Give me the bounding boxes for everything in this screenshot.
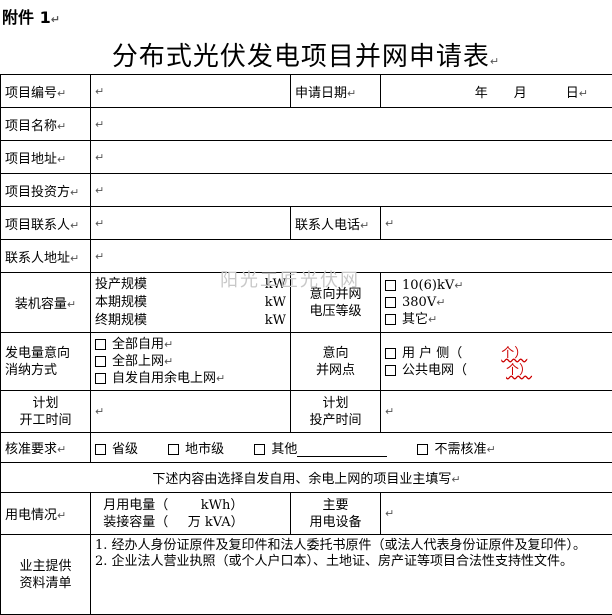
approval-option-city[interactable]: 地市级 [168,442,224,457]
approval-option-other[interactable]: 其他 [254,442,387,457]
capacity-unit: kW [262,294,286,311]
capacity-unit: kW [262,276,286,293]
row-consume: 发电量意向消纳方式 全部自用↵ 全部上网↵ 自发自用余电上网↵ 意向并网点 用 … [1,333,612,391]
apply-date-field[interactable]: 年 月 日↵ [381,75,612,108]
approval-option-none[interactable]: 不需核准↵ [417,442,495,457]
point-option-user[interactable]: 用 户 侧（ 个） [385,345,608,362]
voltage-option-other[interactable]: 其它↵ [385,311,608,328]
consume-options: 全部自用↵ 全部上网↵ 自发自用余电上网↵ [91,333,291,391]
approval-option-province[interactable]: 省级 [95,442,138,457]
equipment-label: 主要用电设备 [291,493,381,535]
row-project-no: 项目编号↵ ↵ 申请日期↵ 年 月 日↵ [1,75,612,108]
self-use-note: 下述内容由选择自发自用、余电上网的项目业主填写↵ [1,463,612,493]
checkbox-icon[interactable] [95,356,106,367]
voltage-option-380v[interactable]: 380V↵ [385,294,608,311]
contact-label: 项目联系人↵ [1,207,91,240]
row-approval: 核准要求↵ 省级 地市级 其他 不需核准↵ [1,433,612,463]
contact-addr-label: 联系人地址↵ [1,240,91,273]
consume-option-surplus[interactable]: 自发自用余电上网↵ [95,370,286,387]
capacity-item-label: 投产规模 [95,276,262,293]
project-addr-label: 项目地址↵ [1,141,91,174]
contact-field[interactable]: ↵ [91,207,291,240]
investor-label: 项目投资方↵ [1,174,91,207]
op-time-field[interactable]: ↵ [381,391,612,433]
checkbox-icon[interactable] [385,365,396,376]
project-addr-field[interactable]: ↵ [91,141,612,174]
voltage-options: 10(6)kV↵ 380V↵ 其它↵ [381,273,612,333]
other-blank[interactable] [297,444,387,457]
capacity-field[interactable]: 投产规模 kW 本期规模 kW 终期规模 kW [91,273,291,333]
checkbox-icon[interactable] [385,314,396,325]
capacity-item-label: 本期规模 [95,294,262,311]
usage-label: 用电情况↵ [1,493,91,535]
start-time-label: 计划开工时间 [1,391,91,433]
contact-phone-field[interactable]: ↵ [381,207,612,240]
usage-field[interactable]: 月用电量（ kWh） 装接容量（ 万 kVA） [91,493,291,535]
project-name-label: 项目名称↵ [1,108,91,141]
checkbox-icon[interactable] [95,444,106,455]
consume-option-grid[interactable]: 全部上网↵ [95,353,286,370]
grid-point-label: 意向并网点 [291,333,381,391]
investor-field[interactable]: ↵ [91,174,612,207]
voltage-option-10kv[interactable]: 10(6)kV↵ [385,277,608,294]
row-docs: 业主提供资料清单 1. 经办人身份证原件及复印件和法人委托书原件（或法人代表身份… [1,535,612,615]
row-investor: 项目投资方↵ ↵ [1,174,612,207]
checkbox-icon[interactable] [385,280,396,291]
docs-label: 业主提供资料清单 [1,535,91,615]
row-project-addr: 项目地址↵ ↵ [1,141,612,174]
checkbox-icon[interactable] [417,444,428,455]
point-option-public[interactable]: 公共电网（ 个） [385,362,608,379]
checkbox-icon[interactable] [168,444,179,455]
docs-item: 2. 企业法人营业执照（或个人户口本）、土地证、房产证等项目合法性支持性文件。 [95,554,608,570]
docs-item: 1. 经办人身份证原件及复印件和法人委托书原件（或法人代表身份证原件及复印件）。 [95,538,608,554]
row-schedule: 计划开工时间 ↵ 计划投产时间 ↵ [1,391,612,433]
checkbox-icon[interactable] [385,348,396,359]
contact-addr-field[interactable]: ↵ [91,240,612,273]
consume-option-self[interactable]: 全部自用↵ [95,336,286,353]
checkbox-icon[interactable] [254,444,265,455]
project-no-field[interactable]: ↵ [91,75,291,108]
start-time-field[interactable]: ↵ [91,391,291,433]
checkbox-icon[interactable] [385,297,396,308]
checkbox-icon[interactable] [95,373,106,384]
row-contact: 项目联系人↵ ↵ 联系人电话↵ ↵ [1,207,612,240]
docs-list: 1. 经办人身份证原件及复印件和法人委托书原件（或法人代表身份证原件及复印件）。… [91,535,612,615]
row-note: 下述内容由选择自发自用、余电上网的项目业主填写↵ [1,463,612,493]
equipment-field[interactable]: ↵ [381,493,612,535]
approval-label: 核准要求↵ [1,433,91,463]
attachment-label: 附件 1↵ [2,4,60,28]
row-contact-addr: 联系人地址↵ ↵ [1,240,612,273]
row-capacity: 装机容量↵ 投产规模 kW 本期规模 kW 终期规模 kW 意向并网电压等级 1… [1,273,612,333]
consume-label: 发电量意向消纳方式 [1,333,91,391]
capacity-unit: kW [262,312,286,329]
project-name-field[interactable]: ↵ [91,108,612,141]
capacity-label: 装机容量↵ [1,273,91,333]
approval-options: 省级 地市级 其他 不需核准↵ [91,433,612,463]
voltage-label: 意向并网电压等级 [291,273,381,333]
row-usage: 用电情况↵ 月用电量（ kWh） 装接容量（ 万 kVA） 主要用电设备 ↵ [1,493,612,535]
capacity-item-label: 终期规模 [95,312,262,329]
apply-date-label: 申请日期↵ [291,75,381,108]
row-project-name: 项目名称↵ ↵ [1,108,612,141]
op-time-label: 计划投产时间 [291,391,381,433]
application-form: 项目编号↵ ↵ 申请日期↵ 年 月 日↵ 项目名称↵ ↵ 项目地址↵ ↵ 项目投… [0,74,612,615]
grid-point-options: 用 户 侧（ 个） 公共电网（ 个） [381,333,612,391]
contact-phone-label: 联系人电话↵ [291,207,381,240]
checkbox-icon[interactable] [95,339,106,350]
form-title: 分布式光伏发电项目并网申请表↵ [0,36,612,73]
project-no-label: 项目编号↵ [1,75,91,108]
